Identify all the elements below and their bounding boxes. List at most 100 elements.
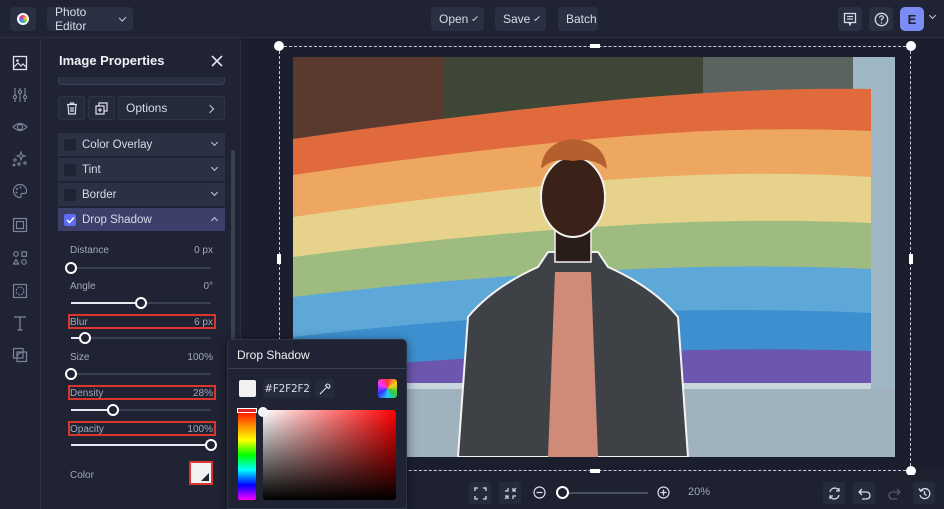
slider-knob[interactable]	[79, 332, 91, 344]
size-slider[interactable]	[65, 368, 211, 380]
slider-knob[interactable]	[65, 368, 77, 380]
batch-button[interactable]: Batch	[558, 7, 598, 31]
hue-slider-marker[interactable]	[237, 408, 257, 413]
text-icon[interactable]	[12, 315, 28, 331]
redo-button[interactable]	[883, 482, 905, 504]
accordion-label: Border	[82, 188, 117, 201]
help-icon	[874, 12, 888, 26]
chevron-down-icon	[118, 13, 127, 22]
options-button[interactable]: Options	[118, 96, 225, 120]
blur-label: Blur	[70, 317, 88, 328]
density-value: 28%	[192, 388, 213, 399]
drop-shadow-checkbox[interactable]	[64, 213, 76, 226]
effects-icon[interactable]	[12, 151, 28, 167]
save-menu-button[interactable]: Save	[495, 7, 546, 31]
slider-knob[interactable]	[135, 297, 147, 309]
slider-fill	[71, 302, 141, 304]
opacity-slider[interactable]	[71, 439, 217, 451]
app-switcher-button[interactable]: Photo Editor	[47, 5, 133, 33]
accordion-drop-shadow[interactable]: Drop Shadow	[58, 208, 225, 231]
shadow-color-swatch[interactable]	[189, 461, 213, 485]
blur-slider[interactable]	[71, 332, 211, 344]
size-label: Size	[70, 352, 90, 363]
undo-icon	[857, 488, 871, 500]
resize-handle-bottom[interactable]	[590, 469, 600, 473]
panel-title: Image Properties	[59, 53, 165, 68]
eyedropper-icon	[319, 382, 331, 394]
hue-slider[interactable]	[238, 410, 256, 500]
accordion-tint[interactable]: Tint	[58, 158, 225, 181]
zoom-slider-knob[interactable]	[556, 486, 569, 499]
saturation-value-picker[interactable]	[263, 410, 396, 500]
open-menu-button[interactable]: Open	[431, 7, 484, 31]
history-button[interactable]	[913, 482, 935, 504]
zoom-in-icon[interactable]	[657, 486, 670, 499]
palette-icon[interactable]	[12, 183, 28, 199]
history-icon	[917, 487, 930, 499]
resize-handle-left[interactable]	[277, 254, 281, 264]
border-checkbox[interactable]	[64, 188, 76, 201]
angle-label: Angle	[70, 281, 96, 292]
size-value: 100%	[187, 352, 213, 363]
zoom-slider[interactable]	[562, 492, 648, 494]
distance-slider[interactable]	[65, 262, 211, 274]
slider-knob[interactable]	[65, 262, 77, 274]
popup-divider	[228, 368, 408, 369]
swatch-corner-icon	[201, 473, 209, 481]
app-logo[interactable]	[10, 7, 36, 31]
duplicate-button[interactable]	[88, 96, 115, 120]
accordion-color-overlay[interactable]: Color Overlay	[58, 133, 225, 156]
chevron-down-icon	[210, 138, 219, 147]
zoom-out-icon[interactable]	[533, 486, 546, 499]
eye-icon[interactable]	[12, 119, 28, 135]
density-slider[interactable]	[71, 404, 211, 416]
popup-title: Drop Shadow	[237, 348, 310, 362]
resize-handle-right[interactable]	[909, 254, 913, 264]
adjustments-icon[interactable]	[12, 87, 28, 103]
user-avatar[interactable]: E	[900, 7, 924, 31]
accordion-label: Drop Shadow	[82, 213, 152, 226]
batch-label: Batch	[566, 12, 597, 26]
trash-icon	[66, 101, 77, 115]
fit-screen-button[interactable]	[469, 482, 491, 504]
actual-size-button[interactable]	[499, 482, 521, 504]
saturation-value-knob[interactable]	[258, 407, 268, 417]
current-color-swatch	[239, 380, 256, 397]
distance-label: Distance	[70, 245, 109, 256]
color-overlay-checkbox[interactable]	[64, 138, 76, 151]
undo-button[interactable]	[853, 482, 875, 504]
close-icon[interactable]	[210, 54, 224, 68]
slider-fill	[71, 444, 211, 446]
frame-icon[interactable]	[12, 217, 28, 233]
graphics-icon[interactable]	[12, 283, 28, 299]
collapsed-section	[58, 77, 225, 85]
resize-handle-top[interactable]	[590, 44, 600, 48]
color-palette-button[interactable]	[378, 379, 397, 398]
feedback-button[interactable]	[838, 7, 862, 31]
help-button[interactable]	[869, 7, 893, 31]
chevron-down-icon	[210, 188, 219, 197]
accordion-border[interactable]: Border	[58, 183, 225, 206]
resize-handle-top-right[interactable]	[906, 41, 916, 51]
opacity-label: Opacity	[70, 424, 104, 435]
eyedropper-button[interactable]	[315, 379, 334, 398]
slider-knob[interactable]	[205, 439, 217, 451]
color-picker-popup: Drop Shadow #F2F2F2	[227, 339, 408, 509]
tint-checkbox[interactable]	[64, 163, 76, 176]
chevron-right-icon	[205, 104, 215, 114]
reset-transform-button[interactable]	[823, 482, 845, 504]
blur-value: 6 px	[194, 317, 213, 328]
comment-icon	[843, 12, 857, 26]
shapes-icon[interactable]	[12, 250, 28, 266]
image-icon[interactable]	[12, 55, 28, 71]
chevron-down-icon	[472, 14, 478, 21]
resize-handle-top-left[interactable]	[274, 41, 284, 51]
accordion-label: Tint	[82, 163, 101, 176]
angle-slider[interactable]	[71, 297, 211, 309]
avatar-initial: E	[907, 11, 917, 27]
slider-knob[interactable]	[107, 404, 119, 416]
overlay-icon[interactable]	[12, 347, 28, 363]
hex-input[interactable]: #F2F2F2	[263, 379, 311, 398]
delete-button[interactable]	[58, 96, 85, 120]
app-name: Photo Editor	[55, 5, 87, 33]
